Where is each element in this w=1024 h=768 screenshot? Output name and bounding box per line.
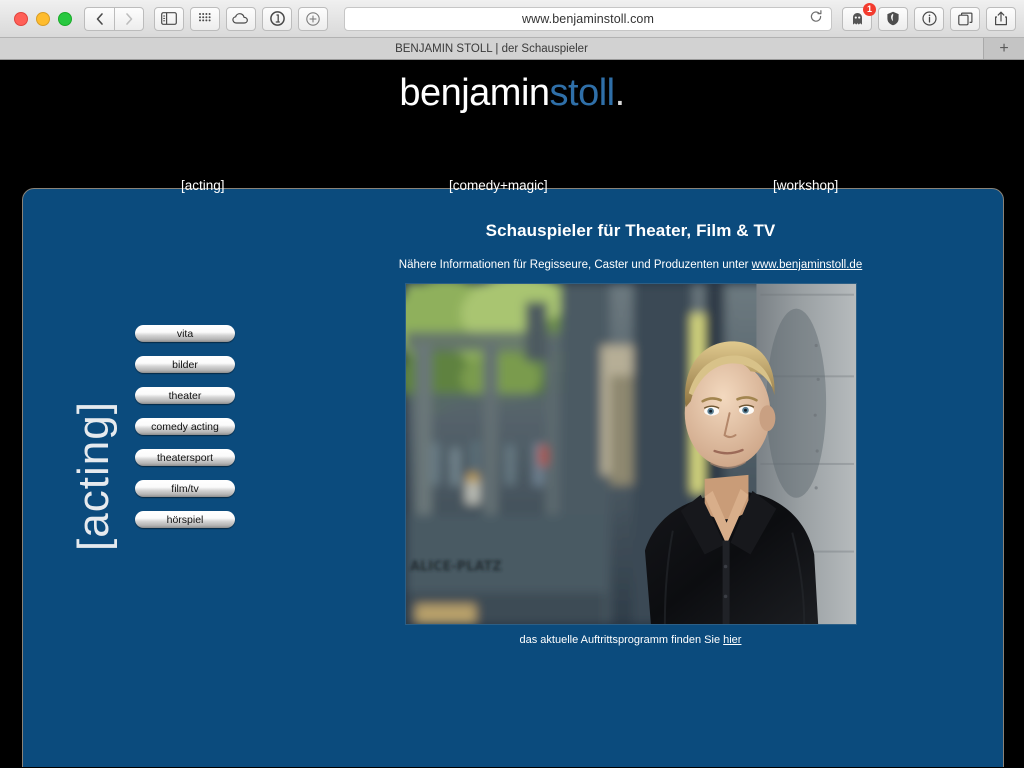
new-tab-button[interactable]: + — [984, 38, 1024, 59]
active-tab[interactable]: BENJAMIN STOLL | der Schauspieler — [0, 38, 984, 59]
icloud-tabs-icon[interactable] — [226, 6, 256, 31]
caption-link-hier[interactable]: hier — [723, 634, 741, 646]
window-traffic-lights — [14, 11, 72, 26]
sidebar-icon[interactable] — [154, 6, 184, 31]
page-subtitle: Nähere Informationen für Regisseure, Cas… — [378, 259, 883, 271]
plus-icon: + — [999, 39, 1009, 57]
sidebar-item-label: film/tv — [171, 482, 199, 495]
logo-part-stoll: stoll — [549, 72, 616, 114]
main-content-column: Schauspieler für Theater, Film & TV Nähe… — [378, 221, 883, 646]
logo-part-benjamin: benjamin — [399, 72, 550, 114]
sidebar-item-vita[interactable]: vita — [135, 325, 235, 342]
tab-bar: BENJAMIN STOLL | der Schauspieler + — [0, 38, 1024, 60]
url-text: www.benjaminstoll.com — [521, 11, 654, 26]
share-icon[interactable] — [986, 6, 1016, 31]
toolbar-right-group: 1 — [842, 2, 1016, 31]
subtitle-link[interactable]: www.benjaminstoll.de — [752, 259, 863, 271]
sidebar-item-label: theater — [168, 389, 202, 402]
browser-toolbar: www.benjaminstoll.com 1 — [0, 0, 1024, 38]
reload-icon[interactable] — [809, 9, 823, 28]
nav-item-acting[interactable]: [acting] — [181, 178, 225, 193]
forward-icon[interactable] — [114, 6, 144, 31]
info-icon[interactable] — [914, 6, 944, 31]
address-bar-container: www.benjaminstoll.com — [344, 6, 832, 31]
caption-text: das aktuelle Auftrittsprogramm finden Si… — [519, 634, 724, 646]
sidebar-item-theatersport[interactable]: theatersport — [135, 449, 235, 466]
maximize-window-button[interactable] — [58, 11, 72, 26]
svg-text:ALICE-PLATZ: ALICE-PLATZ — [409, 559, 501, 574]
webpage-content: benjaminstoll. [acting] [comedy+magic] [… — [0, 60, 1024, 767]
section-label-acting: [acting] — [69, 401, 118, 551]
page-title: Schauspieler für Theater, Film & TV — [485, 221, 776, 240]
adblock-icon[interactable] — [878, 6, 908, 31]
primary-navigation: [acting] [comedy+magic] [workshop] — [0, 178, 1024, 196]
sidebar-item-label: vita — [176, 327, 194, 340]
logo-part-dot: . — [614, 72, 626, 114]
sidebar-item-film-tv[interactable]: film/tv — [135, 480, 235, 497]
sidebar-item-bilder[interactable]: bilder — [135, 356, 235, 373]
back-icon[interactable] — [84, 6, 114, 31]
onepassword-icon[interactable] — [262, 6, 292, 31]
sidebar-item-label: theatersport — [156, 451, 214, 464]
portrait-photo-graphic: ALICE-PLATZ — [405, 284, 856, 624]
sidebar-item-hoerspiel[interactable]: hörspiel — [135, 511, 235, 528]
photo-caption: das aktuelle Auftrittsprogramm finden Si… — [378, 634, 883, 646]
ghostery-badge-count: 1 — [863, 2, 876, 16]
address-bar[interactable]: www.benjaminstoll.com — [344, 6, 832, 31]
tab-overview-icon[interactable] — [950, 6, 980, 31]
sidebar-menu: vita bilder theater comedy acting theate… — [135, 325, 235, 542]
content-panel: [acting] vita bilder theater comedy acti… — [22, 188, 1004, 767]
nav-item-comedy-magic[interactable]: [comedy+magic] — [449, 178, 548, 193]
nav-item-workshop[interactable]: [workshop] — [773, 178, 838, 193]
site-logo[interactable]: benjaminstoll. — [0, 60, 1024, 112]
sidebar-item-theater[interactable]: theater — [135, 387, 235, 404]
subtitle-text: Nähere Informationen für Regisseure, Cas… — [398, 259, 752, 271]
zoom-icon[interactable] — [298, 6, 328, 31]
sidebar-item-label: bilder — [172, 358, 198, 371]
portrait-photo: ALICE-PLATZ — [404, 283, 857, 625]
sidebar-item-comedy-acting[interactable]: comedy acting — [135, 418, 235, 435]
minimize-window-button[interactable] — [36, 11, 50, 26]
close-window-button[interactable] — [14, 11, 28, 26]
sidebar-item-label: comedy acting — [151, 420, 219, 433]
tab-title: BENJAMIN STOLL | der Schauspieler — [395, 42, 588, 55]
ghostery-icon[interactable]: 1 — [842, 2, 876, 31]
sidebar-item-label: hörspiel — [166, 513, 204, 526]
top-sites-icon[interactable] — [190, 6, 220, 31]
